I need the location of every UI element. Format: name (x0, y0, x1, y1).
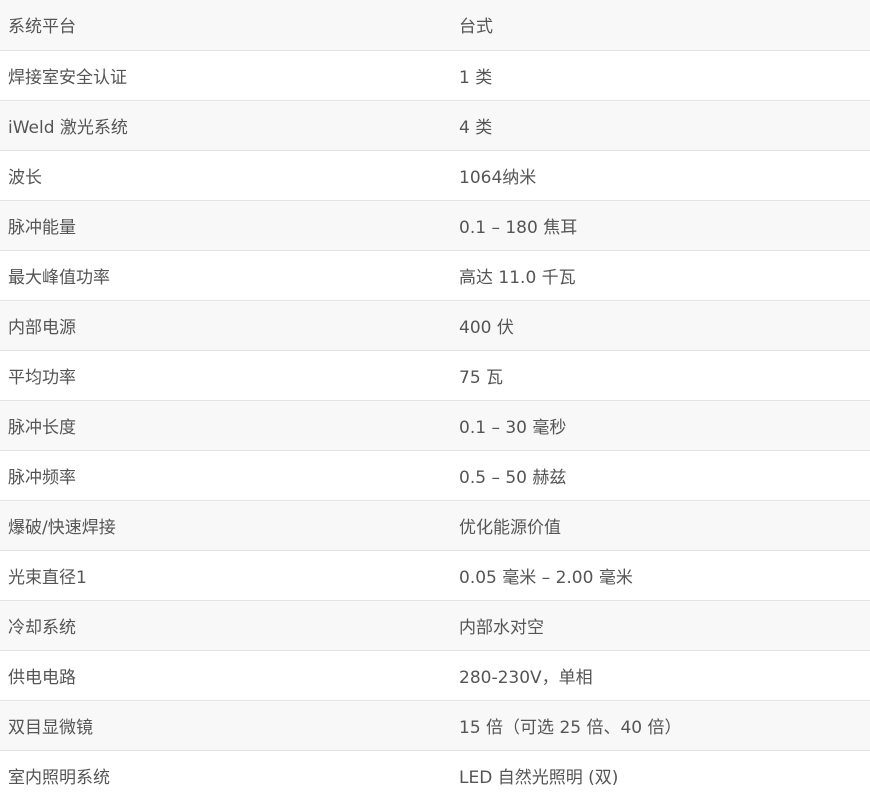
spec-value: 1064纳米 (451, 150, 870, 201)
spec-value: 高达 11.0 千瓦 (451, 250, 870, 301)
table-row: 脉冲能量 0.1 – 180 焦耳 (0, 200, 870, 251)
table-row: 双目显微镜 15 倍（可选 25 倍、40 倍） (0, 700, 870, 751)
table-row: iWeld 激光系统 4 类 (0, 100, 870, 151)
spec-value: 0.5 – 50 赫兹 (451, 450, 870, 501)
spec-value: 280-230V，单相 (451, 650, 870, 701)
spec-label: 内部电源 (0, 300, 451, 351)
spec-value: 4 类 (451, 100, 870, 151)
spec-label: 平均功率 (0, 350, 451, 401)
spec-value: 75 瓦 (451, 350, 870, 401)
table-row: 最大峰值功率 高达 11.0 千瓦 (0, 250, 870, 301)
spec-value: 台式 (451, 0, 870, 51)
table-row: 系统平台 台式 (0, 0, 870, 51)
table-row: 光束直径1 0.05 毫米 – 2.00 毫米 (0, 550, 870, 601)
table-row: 脉冲长度 0.1 – 30 毫秒 (0, 400, 870, 451)
spec-table-body: 系统平台 台式 焊接室安全认证 1 类 iWeld 激光系统 4 类 波长 10… (0, 0, 870, 800)
spec-value: LED 自然光照明 (双) (451, 750, 870, 800)
table-row: 焊接室安全认证 1 类 (0, 50, 870, 101)
spec-value: 优化能源价值 (451, 500, 870, 551)
spec-value: 0.1 – 180 焦耳 (451, 200, 870, 251)
spec-label: 供电电路 (0, 650, 451, 701)
spec-label: 双目显微镜 (0, 700, 451, 751)
spec-label: 波长 (0, 150, 451, 201)
spec-label: 系统平台 (0, 0, 451, 51)
table-row: 供电电路 280-230V，单相 (0, 650, 870, 701)
table-row: 爆破/快速焊接 优化能源价值 (0, 500, 870, 551)
spec-label: 脉冲能量 (0, 200, 451, 251)
spec-label: 脉冲长度 (0, 400, 451, 451)
spec-table: 系统平台 台式 焊接室安全认证 1 类 iWeld 激光系统 4 类 波长 10… (0, 0, 870, 800)
spec-label: 爆破/快速焊接 (0, 500, 451, 551)
spec-label: 脉冲频率 (0, 450, 451, 501)
spec-label: 最大峰值功率 (0, 250, 451, 301)
spec-value: 1 类 (451, 50, 870, 101)
table-row: 内部电源 400 伏 (0, 300, 870, 351)
spec-value: 内部水对空 (451, 600, 870, 651)
spec-label: iWeld 激光系统 (0, 100, 451, 151)
table-row: 冷却系统 内部水对空 (0, 600, 870, 651)
table-row: 室内照明系统 LED 自然光照明 (双) (0, 750, 870, 800)
spec-value: 0.05 毫米 – 2.00 毫米 (451, 550, 870, 601)
spec-label: 冷却系统 (0, 600, 451, 651)
table-row: 波长 1064纳米 (0, 150, 870, 201)
table-row: 脉冲频率 0.5 – 50 赫兹 (0, 450, 870, 501)
spec-label: 光束直径1 (0, 550, 451, 601)
spec-label: 焊接室安全认证 (0, 50, 451, 101)
spec-value: 0.1 – 30 毫秒 (451, 400, 870, 451)
table-row: 平均功率 75 瓦 (0, 350, 870, 401)
spec-value: 400 伏 (451, 300, 870, 351)
spec-value: 15 倍（可选 25 倍、40 倍） (451, 700, 870, 751)
spec-label: 室内照明系统 (0, 750, 451, 800)
